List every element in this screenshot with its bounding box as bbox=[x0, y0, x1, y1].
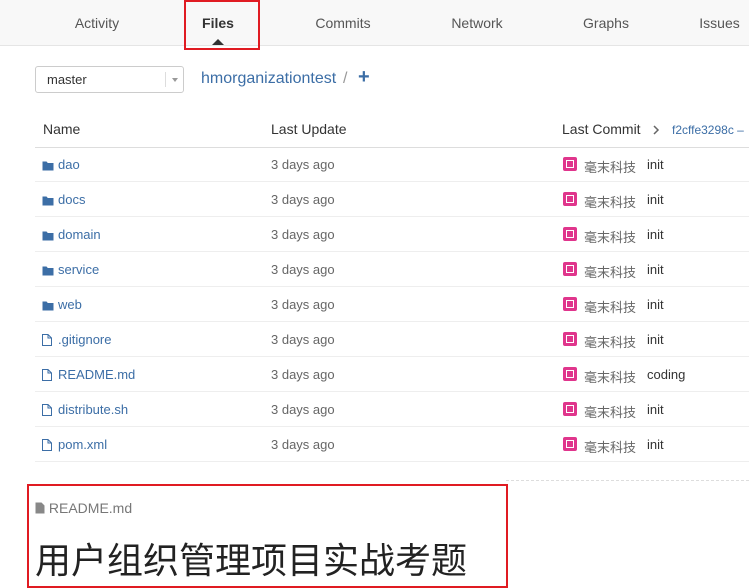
commit-author[interactable]: 毫末科技 bbox=[584, 227, 636, 246]
author-avatar bbox=[563, 227, 577, 241]
branch-select[interactable]: master bbox=[35, 66, 184, 93]
table-row: service 3 days ago 毫末科技 init bbox=[35, 252, 749, 287]
branch-select-divider bbox=[165, 72, 166, 87]
file-updated-time: 3 days ago bbox=[271, 297, 335, 312]
folder-icon bbox=[42, 298, 54, 316]
commit-message-link[interactable]: init bbox=[647, 262, 664, 277]
column-header-last-update: Last Update bbox=[271, 121, 347, 137]
file-name-link[interactable]: dao bbox=[58, 157, 80, 172]
commit-author[interactable]: 毫末科技 bbox=[584, 262, 636, 281]
table-row: domain 3 days ago 毫末科技 init bbox=[35, 217, 749, 252]
tab-network[interactable]: Network bbox=[437, 0, 517, 45]
readme-highlight bbox=[27, 484, 508, 588]
commit-author[interactable]: 毫末科技 bbox=[584, 157, 636, 176]
commit-message-link[interactable]: coding bbox=[647, 367, 685, 382]
file-updated-time: 3 days ago bbox=[271, 262, 335, 277]
commit-author[interactable]: 毫末科技 bbox=[584, 297, 636, 316]
table-row: web 3 days ago 毫末科技 init bbox=[35, 287, 749, 322]
file-updated-time: 3 days ago bbox=[271, 157, 335, 172]
column-header-last-commit: Last Commit bbox=[562, 121, 641, 137]
commit-message-link[interactable]: init bbox=[647, 227, 664, 242]
commit-author[interactable]: 毫末科技 bbox=[584, 332, 636, 351]
column-header-name: Name bbox=[43, 121, 81, 137]
repo-tab-bar: Activity Files Commits Network Graphs Is… bbox=[0, 0, 749, 46]
author-avatar bbox=[563, 192, 577, 206]
files-tab-highlight bbox=[184, 0, 260, 50]
folder-icon bbox=[42, 263, 54, 281]
section-divider bbox=[506, 480, 749, 481]
author-avatar bbox=[563, 297, 577, 311]
commit-message-link[interactable]: init bbox=[647, 157, 664, 172]
tab-commits[interactable]: Commits bbox=[303, 0, 383, 45]
file-name-link[interactable]: docs bbox=[58, 192, 85, 207]
folder-icon bbox=[42, 158, 54, 176]
folder-icon bbox=[42, 193, 54, 211]
branch-select-value: master bbox=[47, 72, 87, 87]
commit-author[interactable]: 毫末科技 bbox=[584, 437, 636, 456]
breadcrumb-repo-link[interactable]: hmorganizationtest bbox=[201, 70, 336, 88]
file-name-link[interactable]: domain bbox=[58, 227, 101, 242]
table-row: dao 3 days ago 毫末科技 init bbox=[35, 147, 749, 182]
author-avatar bbox=[563, 367, 577, 381]
table-row: .gitignore 3 days ago 毫末科技 init bbox=[35, 322, 749, 357]
file-updated-time: 3 days ago bbox=[271, 437, 335, 452]
file-icon bbox=[42, 333, 52, 351]
tab-graphs[interactable]: Graphs bbox=[566, 0, 646, 45]
file-name-link[interactable]: pom.xml bbox=[58, 437, 107, 452]
file-updated-time: 3 days ago bbox=[271, 402, 335, 417]
breadcrumb-separator: / bbox=[343, 70, 348, 87]
tab-issues[interactable]: Issues bbox=[690, 0, 749, 45]
last-commit-sha-link[interactable]: f2cffe3298c – bbox=[672, 123, 744, 137]
file-icon bbox=[42, 403, 52, 421]
author-avatar bbox=[563, 262, 577, 276]
commit-author[interactable]: 毫末科技 bbox=[584, 402, 636, 421]
file-name-link[interactable]: service bbox=[58, 262, 99, 277]
chevron-right-icon bbox=[653, 125, 660, 135]
commit-message-link[interactable]: init bbox=[647, 332, 664, 347]
file-icon bbox=[42, 438, 52, 456]
commit-message-link[interactable]: init bbox=[647, 402, 664, 417]
author-avatar bbox=[563, 157, 577, 171]
commit-message-link[interactable]: init bbox=[647, 297, 664, 312]
table-row: README.md 3 days ago 毫末科技 coding bbox=[35, 357, 749, 392]
author-avatar bbox=[563, 437, 577, 451]
author-avatar bbox=[563, 332, 577, 346]
file-name-link[interactable]: web bbox=[58, 297, 82, 312]
commit-message-link[interactable]: init bbox=[647, 437, 664, 452]
file-icon bbox=[42, 368, 52, 386]
commit-message-link[interactable]: init bbox=[647, 192, 664, 207]
table-row: docs 3 days ago 毫末科技 init bbox=[35, 182, 749, 217]
folder-icon bbox=[42, 228, 54, 246]
add-file-button[interactable]: + bbox=[358, 66, 370, 89]
chevron-down-icon bbox=[172, 78, 178, 82]
author-avatar bbox=[563, 402, 577, 416]
commit-author[interactable]: 毫末科技 bbox=[584, 367, 636, 386]
file-updated-time: 3 days ago bbox=[271, 227, 335, 242]
file-updated-time: 3 days ago bbox=[271, 332, 335, 347]
file-name-link[interactable]: distribute.sh bbox=[58, 402, 128, 417]
tab-activity[interactable]: Activity bbox=[57, 0, 137, 45]
table-row: pom.xml 3 days ago 毫末科技 init bbox=[35, 427, 749, 462]
file-name-link[interactable]: .gitignore bbox=[58, 332, 111, 347]
file-name-link[interactable]: README.md bbox=[58, 367, 135, 382]
file-updated-time: 3 days ago bbox=[271, 367, 335, 382]
commit-author[interactable]: 毫末科技 bbox=[584, 192, 636, 211]
table-row: distribute.sh 3 days ago 毫末科技 init bbox=[35, 392, 749, 427]
file-updated-time: 3 days ago bbox=[271, 192, 335, 207]
